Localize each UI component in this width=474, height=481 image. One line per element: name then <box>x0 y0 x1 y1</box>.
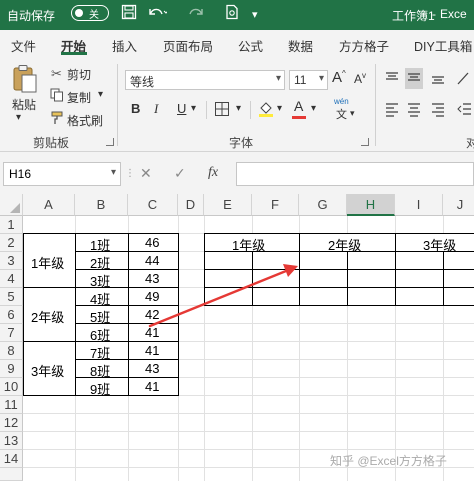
watermark: 知乎 @Excel方方格子 <box>330 454 447 468</box>
customize-toolbar-icon[interactable]: ▾ <box>252 8 258 21</box>
font-color-dropdown-icon[interactable]: ▾ <box>311 103 316 114</box>
underline-dropdown-icon[interactable]: ▾ <box>191 103 196 114</box>
insert-function-icon[interactable]: fx <box>208 165 218 181</box>
shrink-font-button[interactable]: Av <box>354 71 366 86</box>
name-box-value: H16 <box>9 167 32 181</box>
phonetic-button[interactable]: 文 <box>336 106 347 122</box>
ribbon: 粘贴 ▾ ✂ 剪切 复制 ▾ 格式刷 剪贴板 等线 ▾ 11 ▾ A^ Av B… <box>0 56 474 152</box>
paste-icon[interactable] <box>11 64 39 97</box>
tab-insert[interactable]: 插入 <box>112 36 137 55</box>
toggle-state: 关 <box>89 10 99 21</box>
orientation-icon[interactable] <box>456 70 470 89</box>
font-color-swatch <box>292 116 306 119</box>
format-painter-icon[interactable] <box>50 111 64 128</box>
tab-fangfang[interactable]: 方方格子 <box>339 36 389 55</box>
document-icon[interactable] <box>224 4 240 25</box>
phonetic-dropdown-icon[interactable]: ▾ <box>350 108 355 119</box>
chevron-down-icon: ▾ <box>110 167 116 178</box>
divider <box>250 101 251 119</box>
align-middle-icon[interactable] <box>405 68 423 89</box>
tab-formulas[interactable]: 公式 <box>238 36 263 55</box>
chevron-down-icon: ▾ <box>275 73 281 84</box>
workbook-name: 工作簿1 <box>392 9 435 23</box>
decrease-indent-icon[interactable] <box>456 101 472 120</box>
font-launcher-icon[interactable] <box>361 138 369 146</box>
italic-button[interactable]: I <box>154 101 158 117</box>
title-bar: 自动保存 关 ▾ 工作簿1 - Exce <box>0 0 474 30</box>
paste-button[interactable]: 粘贴 <box>12 96 36 113</box>
title-dash: - <box>432 7 436 21</box>
copy-dropdown-icon[interactable]: ▾ <box>98 89 103 100</box>
tab-diy-toolbox[interactable]: DIY工具箱 <box>414 36 472 55</box>
align-top-icon[interactable] <box>384 70 400 89</box>
alignment-group-label: 对 <box>466 136 474 150</box>
font-size-select[interactable]: 11 ▾ <box>289 70 328 90</box>
divider <box>206 101 207 119</box>
name-box[interactable]: H16 ▾ <box>3 162 121 186</box>
font-group-label: 字体 <box>229 136 254 150</box>
align-right-icon[interactable] <box>430 101 446 120</box>
chevron-down-icon: ▾ <box>318 73 324 84</box>
font-color-letter: A <box>294 98 304 114</box>
fill-color-dropdown-icon[interactable]: ▾ <box>277 103 282 114</box>
shrink-font-letter: A <box>354 72 363 86</box>
toggle-knob <box>75 8 83 17</box>
fill-color-icon[interactable] <box>258 100 274 121</box>
borders-dropdown-icon[interactable]: ▾ <box>236 103 241 114</box>
paste-dropdown-icon[interactable]: ▾ <box>16 112 21 123</box>
copy-icon[interactable] <box>50 88 64 105</box>
annotation-arrow <box>148 264 298 328</box>
phonetic-wen[interactable]: wén <box>334 97 349 106</box>
cut-button[interactable]: 剪切 <box>67 66 91 83</box>
worksheet-grid: A B C D E F G H I J 1 2 3 4 5 6 7 8 9 10… <box>0 194 474 481</box>
clipboard-group-label: 剪贴板 <box>33 136 70 150</box>
align-center-icon[interactable] <box>406 101 422 120</box>
autosave-label: 自动保存 <box>7 9 56 23</box>
save-icon[interactable] <box>121 4 137 25</box>
font-size-value: 11 <box>294 73 307 87</box>
underline-button[interactable]: U <box>177 101 186 116</box>
group-separator <box>375 64 376 146</box>
enter-icon[interactable]: ✓ <box>174 165 186 182</box>
tab-page-layout[interactable]: 页面布局 <box>163 36 213 55</box>
autosave-toggle[interactable]: 关 <box>71 5 109 21</box>
clipboard-launcher-icon[interactable] <box>106 138 114 146</box>
format-painter-button[interactable]: 格式刷 <box>67 112 103 129</box>
tab-data[interactable]: 数据 <box>288 36 313 55</box>
app-name: Exce <box>440 7 467 21</box>
tab-file[interactable]: 文件 <box>11 36 36 55</box>
align-bottom-icon[interactable] <box>430 70 446 89</box>
align-left-icon[interactable] <box>384 101 400 120</box>
cancel-icon[interactable]: ✕ <box>140 165 152 182</box>
font-color-button[interactable]: A <box>294 98 303 114</box>
font-name-select[interactable]: 等线 ▾ <box>125 70 285 90</box>
more-options-icon[interactable]: ⋮ <box>125 168 135 179</box>
copy-button[interactable]: 复制 <box>67 89 91 106</box>
borders-icon[interactable] <box>214 101 230 120</box>
undo-icon[interactable] <box>147 4 169 25</box>
bold-button[interactable]: B <box>131 101 140 116</box>
grow-font-letter: A <box>332 69 343 86</box>
active-tab-indicator <box>61 52 87 55</box>
formula-input[interactable] <box>236 162 474 186</box>
grow-font-button[interactable]: A^ <box>332 69 346 86</box>
cut-icon[interactable]: ✂ <box>51 66 62 82</box>
group-separator <box>117 64 118 146</box>
font-name-value: 等线 <box>130 75 155 89</box>
redo-icon[interactable] <box>187 4 207 25</box>
